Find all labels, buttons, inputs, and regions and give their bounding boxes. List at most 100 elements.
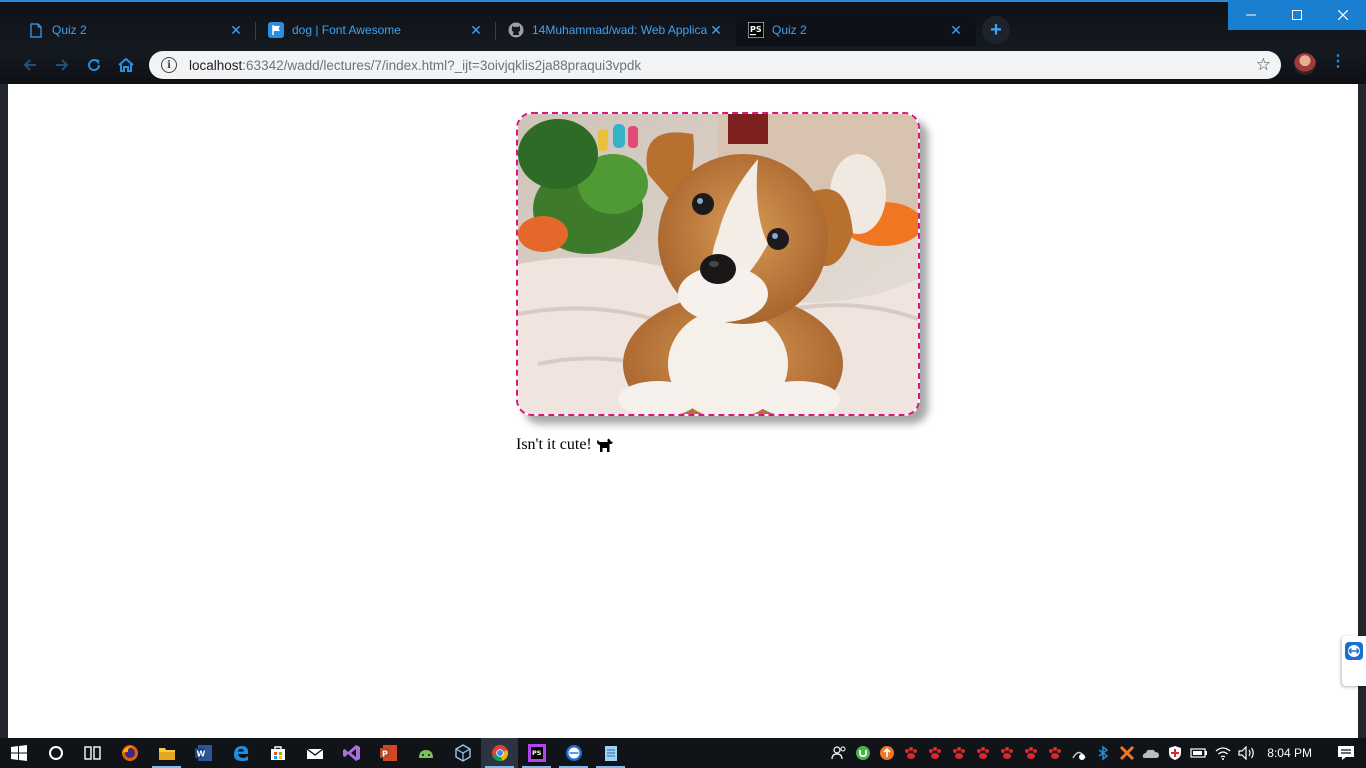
visual-studio-icon: [342, 745, 360, 761]
file-explorer-icon: [158, 748, 175, 760]
close-window-button[interactable]: [1320, 0, 1366, 30]
browser-chrome: Quiz 2 ✕ dog | Font Awesome ✕ 14Muhammad…: [0, 0, 1366, 84]
tab-title: Quiz 2: [52, 23, 87, 37]
caption-text: Isn't it cute!: [516, 436, 592, 453]
taskbar: W P PS 8:04 PM: [0, 738, 1366, 768]
forward-button[interactable]: [46, 51, 78, 79]
paw-icon-4[interactable]: [971, 738, 995, 768]
svg-text:W: W: [196, 750, 205, 759]
firefox-taskbar-button[interactable]: [111, 738, 148, 768]
volume-icon[interactable]: [1235, 738, 1259, 768]
system-tray: 8:04 PM: [827, 738, 1366, 768]
android-studio-taskbar-button[interactable]: [407, 738, 444, 768]
action-center-button[interactable]: [1326, 738, 1366, 768]
bookmark-star-icon[interactable]: ☆: [1256, 55, 1271, 75]
svg-text:PS: PS: [532, 749, 542, 757]
tab-strip: Quiz 2 ✕ dog | Font Awesome ✕ 14Muhammad…: [16, 14, 1010, 46]
battery-icon[interactable]: [1187, 738, 1211, 768]
firefox-icon: [121, 745, 138, 761]
minimize-button[interactable]: [1228, 0, 1274, 30]
tab-title: 14Muhammad/wad: Web Applica: [532, 23, 708, 37]
close-tab-icon[interactable]: ✕: [708, 22, 724, 39]
profile-avatar[interactable]: [1294, 53, 1316, 75]
maximize-icon: [1292, 10, 1302, 20]
task-view-button[interactable]: [74, 738, 111, 768]
arrow-left-icon: [23, 59, 36, 71]
paw-icon-3[interactable]: [947, 738, 971, 768]
home-button[interactable]: [110, 51, 142, 79]
teamviewer-taskbar-button[interactable]: [555, 738, 592, 768]
tab-dog-font-awesome[interactable]: dog | Font Awesome ✕: [256, 14, 496, 46]
close-tab-icon[interactable]: ✕: [228, 22, 244, 39]
paw-icon-5[interactable]: [995, 738, 1019, 768]
window-controls: [1228, 0, 1366, 30]
url-host: localhost: [189, 57, 243, 73]
address-bar[interactable]: i localhost:63342/wadd/lectures/7/index.…: [149, 51, 1281, 79]
paw-icon-2[interactable]: [923, 738, 947, 768]
tab-quiz-2-active[interactable]: PS Quiz 2 ✕: [736, 14, 976, 46]
wifi-icon[interactable]: [1211, 738, 1235, 768]
close-tab-icon[interactable]: ✕: [948, 22, 964, 39]
teamviewer-icon: [1345, 642, 1363, 660]
tab-title: Quiz 2: [772, 23, 807, 37]
people-icon[interactable]: [827, 738, 851, 768]
onedrive-icon[interactable]: [1139, 738, 1163, 768]
browser-toolbar: i localhost:63342/wadd/lectures/7/index.…: [0, 48, 1366, 82]
phpstorm-icon: PS: [527, 744, 546, 762]
word-taskbar-button[interactable]: W: [185, 738, 222, 768]
android-studio-icon: [418, 750, 433, 758]
taskbar-clock[interactable]: 8:04 PM: [1259, 746, 1326, 760]
teamviewer-side-panel[interactable]: [1342, 636, 1366, 686]
reload-icon: [88, 59, 101, 72]
close-tab-icon[interactable]: ✕: [468, 22, 484, 39]
svg-text:PS: PS: [750, 25, 762, 34]
maximize-button[interactable]: [1274, 0, 1320, 30]
edge-icon: [233, 746, 248, 761]
virtualbox-taskbar-button[interactable]: [444, 738, 481, 768]
back-button[interactable]: [14, 51, 46, 79]
arrow-right-icon: [56, 59, 69, 71]
puppy-photo: [516, 112, 920, 416]
svg-text:P: P: [382, 750, 388, 759]
notification-icon: [1338, 746, 1354, 760]
file-explorer-taskbar-button[interactable]: [148, 738, 185, 768]
start-button[interactable]: [0, 738, 37, 768]
menu-kebab-icon[interactable]: ⋮: [1330, 54, 1346, 70]
paw-icon-1[interactable]: [899, 738, 923, 768]
cortana-button[interactable]: [37, 738, 74, 768]
home-icon: [118, 57, 134, 72]
edge-taskbar-button[interactable]: [222, 738, 259, 768]
new-tab-button[interactable]: +: [982, 16, 1010, 44]
chrome-icon: [491, 745, 508, 762]
paw-icon-6[interactable]: [1019, 738, 1043, 768]
paw-icon-7[interactable]: [1043, 738, 1067, 768]
visual-studio-taskbar-button[interactable]: [333, 738, 370, 768]
update-arrow-icon[interactable]: [875, 738, 899, 768]
reload-button[interactable]: [78, 51, 110, 79]
utorrent-icon[interactable]: [851, 738, 875, 768]
flag-icon: [268, 22, 284, 38]
notepad-icon: [604, 746, 617, 761]
virtualbox-icon: [454, 744, 471, 762]
tab-github-wad[interactable]: 14Muhammad/wad: Web Applica ✕: [496, 14, 736, 46]
github-icon: [508, 22, 524, 38]
bluetooth-icon[interactable]: [1091, 738, 1115, 768]
store-icon: [270, 746, 285, 760]
tab-quiz-2[interactable]: Quiz 2 ✕: [16, 14, 256, 46]
page-viewport: Isn't it cute!: [8, 84, 1358, 738]
xampp-icon[interactable]: [1115, 738, 1139, 768]
close-icon: [1338, 10, 1348, 20]
minimize-icon: [1246, 14, 1256, 16]
store-taskbar-button[interactable]: [259, 738, 296, 768]
phpstorm-taskbar-button[interactable]: PS: [518, 738, 555, 768]
notepad-taskbar-button[interactable]: [592, 738, 629, 768]
security-shield-icon[interactable]: [1163, 738, 1187, 768]
chrome-taskbar-button[interactable]: [481, 738, 518, 768]
info-icon[interactable]: i: [161, 57, 177, 73]
powerpoint-taskbar-button[interactable]: P: [370, 738, 407, 768]
mail-taskbar-button[interactable]: [296, 738, 333, 768]
url-path: :63342/wadd/lectures/7/index.html?_ijt=3…: [242, 57, 642, 73]
tab-title: dog | Font Awesome: [292, 23, 401, 37]
powerpoint-icon: P: [379, 745, 397, 761]
network-disabled-icon[interactable]: [1067, 738, 1091, 768]
